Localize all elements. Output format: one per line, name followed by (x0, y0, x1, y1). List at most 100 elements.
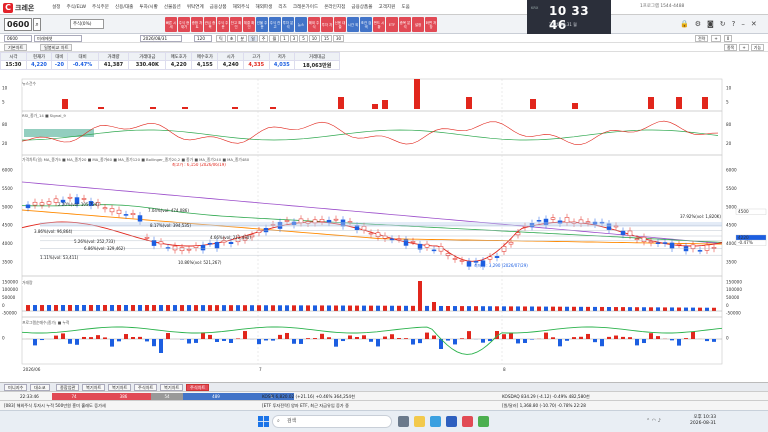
close-icon[interactable]: ✕ (751, 20, 757, 28)
menu-item[interactable]: 주식주문 (92, 4, 109, 10)
news-ticker-2[interactable]: [ETF 투자전략] 양자 ETF, 최근 자금유입 증가 중 (262, 403, 349, 409)
bottom-tab[interactable]: 복기차트 (160, 384, 184, 391)
fx-ticker[interactable]: [원/달러] 1,368.80 (-10.70) -0.78% 22:28 (502, 403, 586, 409)
menu-item[interactable]: 리츠 (278, 4, 286, 10)
chart-code-input[interactable]: 0600 (4, 35, 32, 42)
quick-button[interactable]: 뉴스 (295, 17, 307, 32)
quick-button[interactable]: 조건 검색 (360, 17, 372, 32)
menu-item[interactable]: 선물옵션 (164, 4, 181, 10)
menu-item[interactable]: 도움 (401, 4, 409, 10)
menu-item[interactable]: 해외파생 (255, 4, 272, 10)
bottom-tab[interactable]: 복기차트 (108, 384, 132, 391)
quick-button[interactable]: 화면 저장 (425, 17, 437, 32)
stock-code-input[interactable]: 0600 (4, 18, 32, 31)
interval-button[interactable]: 초 (226, 35, 237, 42)
quick-button[interactable]: 주식 주문 (217, 17, 229, 32)
chart-tool-button[interactable]: + (711, 35, 721, 42)
quick-button[interactable]: 주식 잔고 (269, 17, 281, 32)
speaker-icon[interactable]: ♪ (658, 418, 661, 424)
quick-button[interactable]: 시간 외 (347, 17, 359, 32)
chart-period-input[interactable]: 120 (194, 35, 212, 42)
bottom-tab[interactable]: 복기차트 (82, 384, 106, 391)
quick-button[interactable]: 해외 주식 (308, 17, 320, 32)
menu-item[interactable]: 금융상품몰 (351, 4, 372, 10)
tab-tool-button[interactable]: 종목 (724, 44, 738, 51)
quick-button[interactable]: 주식 현재가 (178, 17, 190, 32)
edge-browser-icon[interactable] (430, 416, 441, 427)
quick-button[interactable]: 종합 차트 (191, 17, 203, 32)
quick-button[interactable]: 체결 확인 (243, 17, 255, 32)
tab-compare-chart[interactable]: 일봉비교 차트 (40, 44, 73, 51)
quick-button[interactable]: ETF (386, 17, 398, 32)
quick-button[interactable]: 빠른 시세 (165, 17, 177, 32)
interval-button[interactable]: 틱 (216, 35, 226, 42)
chart-canvas[interactable]: 10 105 580 8020 206000 60005500 55005000 500045… (0, 71, 768, 374)
quick-button[interactable]: 종목 분석 (399, 17, 411, 32)
chart-tool-button[interactable]: 전략 (695, 35, 709, 42)
chevron-up-icon[interactable]: ⌃ (646, 418, 650, 424)
quick-button[interactable]: 설정 (412, 17, 424, 32)
menu-item[interactable]: 설정 (52, 4, 60, 10)
tab-tool-button[interactable]: + (739, 44, 749, 51)
quick-button[interactable]: 선물 주문 (256, 17, 268, 32)
chrome-browser-icon[interactable] (478, 416, 489, 427)
category-select[interactable]: 주식(0%) (70, 19, 104, 29)
menu-item[interactable]: 고객지원 (378, 4, 395, 10)
menu-item[interactable]: 위탁연계 (187, 4, 204, 10)
wifi-icon[interactable]: ◠ (652, 418, 656, 424)
menu-item[interactable]: 주식/ELW (66, 4, 86, 10)
news-count-bar (372, 104, 378, 109)
lock-icon[interactable]: 🔒 (680, 20, 689, 28)
quick-button[interactable]: 투자 분석 (282, 17, 294, 32)
interval-button[interactable]: 30 (332, 35, 345, 42)
menu-item[interactable]: 해외주식 (233, 4, 250, 10)
interval-button[interactable]: 분 (237, 35, 248, 42)
menu-item[interactable]: 투자/시황 (139, 4, 157, 10)
interval-button[interactable]: 1 (280, 35, 289, 42)
camera-icon[interactable]: ◙ (707, 20, 714, 28)
help-icon[interactable]: ? (732, 20, 736, 28)
quick-button[interactable]: 펀드 시황 (373, 17, 385, 32)
task-view-icon[interactable] (398, 416, 409, 427)
chart-date-input[interactable]: 2026/08/31 (140, 35, 182, 42)
interval-button[interactable]: 15 (320, 35, 332, 42)
quick-button[interactable]: 투자 자 (321, 17, 333, 32)
menu-item[interactable]: 금융상품 (210, 4, 227, 10)
stock-chart[interactable]: 10 10 5 5 80 80 20 20 6000 6000 5500 5500 5000 5000 45… (0, 71, 768, 374)
interval-button[interactable]: 5 (299, 35, 308, 42)
chart-stock-name[interactable]: 미래에셋 (34, 35, 82, 42)
chart-annotation: 8.17%(vol: 394,535) (150, 223, 191, 228)
file-explorer-icon[interactable] (414, 416, 425, 427)
minimize-icon[interactable]: – (741, 20, 745, 28)
chart-tool-button[interactable]: 0 (723, 35, 733, 42)
store-icon[interactable] (446, 416, 457, 427)
menu-item[interactable]: 신용/대출 (115, 4, 133, 10)
news-ticker-1[interactable]: [083] 해외주식 투자시 누적 500만원 흥미 홀래도 증가세 (4, 403, 106, 409)
interval-button[interactable]: 3 (289, 35, 299, 42)
bottom-tab[interactable]: 대소코 (30, 384, 50, 391)
menu-item[interactable]: 온라인지점 (324, 4, 345, 10)
interval-button[interactable]: 주 (258, 35, 269, 42)
bottom-tab[interactable]: 미니지수 (4, 384, 28, 391)
quick-button[interactable]: 관심 종목 (204, 17, 216, 32)
gear-icon[interactable]: ⚙ (695, 20, 701, 28)
interval-button[interactable]: 10 (308, 35, 320, 42)
bottom-tab[interactable]: 주식차트 (134, 384, 158, 391)
system-clock[interactable]: 오후 10:33 2026-08-31 (690, 415, 716, 427)
bottom-tab[interactable]: 주식차트 (186, 384, 210, 391)
quick-button[interactable]: 잔고 확인 (230, 17, 242, 32)
taskbar-search-input[interactable]: ⌕ 검색 (272, 415, 392, 428)
tab-tool-button[interactable]: 기능 (750, 44, 765, 51)
interval-button[interactable]: 일 (248, 35, 258, 42)
interval-button[interactable]: 월 (269, 35, 280, 42)
refresh-icon[interactable]: ↻ (720, 20, 726, 28)
quick-button[interactable]: 신용 대출 (334, 17, 346, 32)
menu-item[interactable]: 크레온가이드 (293, 4, 318, 10)
tab-basic-chart[interactable]: 기본차트 (4, 44, 28, 51)
volume-bar (572, 306, 576, 311)
bottom-tab[interactable]: 종합업관 (56, 384, 80, 391)
creon-app-icon[interactable] (462, 416, 473, 427)
y-axis-label-left: 50000 (2, 295, 16, 300)
windows-start-icon[interactable] (258, 416, 269, 427)
search-icon[interactable]: ⌕ (33, 18, 41, 31)
